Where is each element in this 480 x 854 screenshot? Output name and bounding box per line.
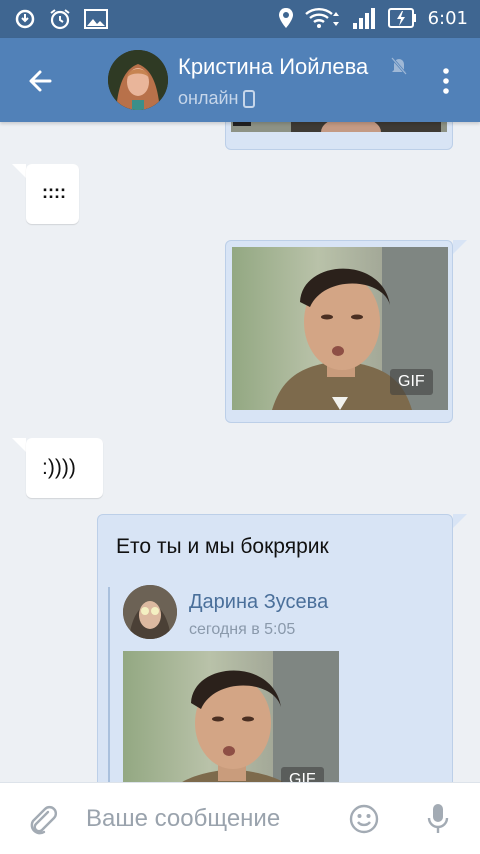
status-time: 6:01 bbox=[427, 7, 468, 29]
forward-author-name[interactable]: Дарина Зусева bbox=[189, 591, 328, 614]
gif-badge: GIF bbox=[390, 369, 433, 395]
sync-icon bbox=[15, 9, 35, 29]
message-outgoing-gif[interactable]: GIF bbox=[225, 240, 453, 423]
signal-icon bbox=[352, 8, 375, 29]
smile-icon bbox=[349, 804, 379, 834]
status-bar: 6:01 bbox=[0, 0, 480, 38]
back-arrow-icon bbox=[29, 70, 52, 92]
microphone-icon bbox=[427, 804, 449, 833]
message-incoming[interactable]: :)))) bbox=[26, 438, 103, 498]
forward-indicator bbox=[108, 587, 110, 782]
bubble-tail bbox=[12, 438, 26, 452]
message-photo[interactable] bbox=[231, 122, 447, 132]
gif-badge: GIF bbox=[281, 767, 324, 782]
gif-image[interactable]: GIF bbox=[232, 247, 448, 410]
wifi-icon bbox=[304, 8, 339, 28]
bubble-tail bbox=[453, 514, 467, 528]
bubble-tail bbox=[453, 240, 467, 254]
chat-header: Кристина Иойлева онлайн bbox=[0, 38, 480, 122]
more-button[interactable] bbox=[436, 66, 456, 96]
contact-avatar[interactable] bbox=[108, 50, 168, 110]
composer-bar bbox=[0, 782, 480, 854]
message-list[interactable]: :::: GIF :)))) Ето ты и мы бокрярик Дари… bbox=[0, 122, 480, 782]
message-incoming[interactable]: :::: bbox=[26, 164, 79, 224]
location-icon bbox=[278, 8, 293, 28]
voice-button[interactable] bbox=[426, 802, 450, 841]
muted-icon bbox=[391, 57, 407, 75]
mobile-icon bbox=[243, 89, 256, 108]
alarm-icon bbox=[50, 9, 70, 30]
forward-gif-image[interactable]: GIF bbox=[123, 651, 339, 782]
message-outgoing-forward[interactable]: Ето ты и мы бокрярик Дарина Зусева сегод… bbox=[97, 514, 453, 782]
contact-name[interactable]: Кристина Иойлева bbox=[178, 54, 368, 80]
attach-button[interactable] bbox=[26, 803, 58, 840]
message-text: :::: bbox=[42, 182, 66, 202]
message-text: :)))) bbox=[42, 456, 76, 479]
message-input[interactable] bbox=[86, 801, 326, 837]
bubble-tail bbox=[12, 164, 26, 178]
back-button[interactable] bbox=[22, 64, 62, 98]
more-vert-icon bbox=[443, 68, 449, 94]
status-text: онлайн bbox=[178, 88, 239, 108]
image-icon bbox=[84, 9, 108, 29]
forward-date: сегодня в 5:05 bbox=[189, 621, 296, 638]
battery-charging-icon bbox=[387, 8, 416, 28]
message-text: Ето ты и мы бокрярик bbox=[116, 535, 329, 558]
paperclip-icon bbox=[30, 806, 57, 835]
emoji-button[interactable] bbox=[348, 803, 380, 840]
contact-status: онлайн bbox=[178, 88, 256, 109]
forward-author-avatar[interactable] bbox=[123, 585, 177, 639]
